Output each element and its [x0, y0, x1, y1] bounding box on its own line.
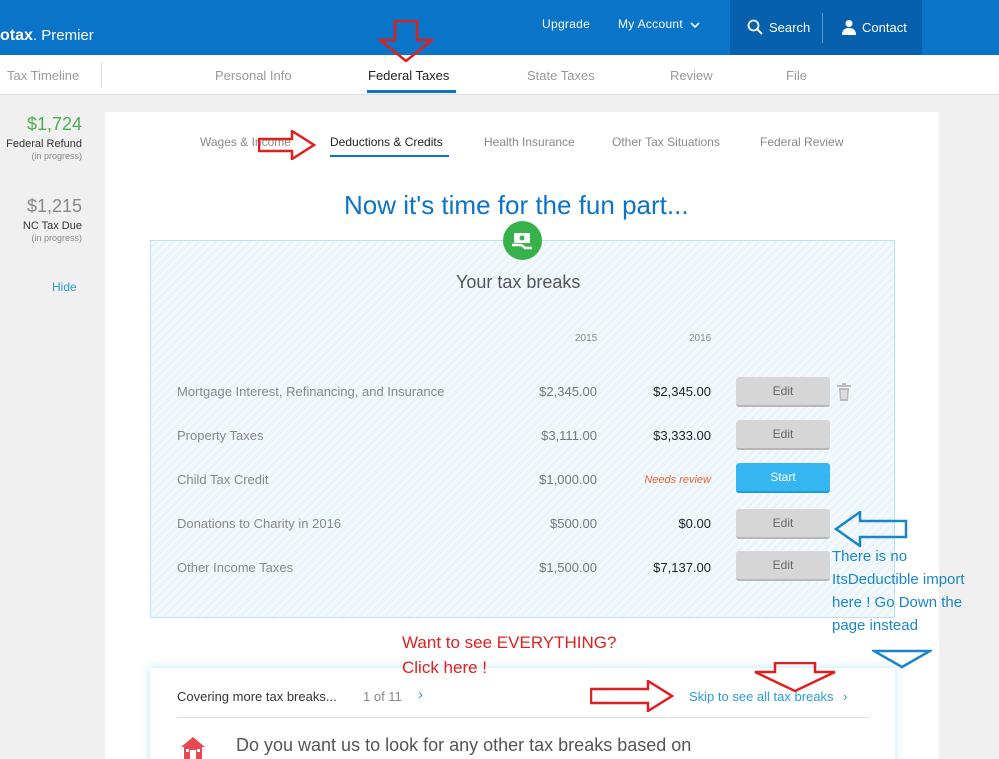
annotation-blue-line1: There is no	[832, 548, 908, 565]
edit-property-taxes-button[interactable]: Edit	[736, 420, 830, 450]
house-icon	[181, 737, 205, 759]
row-2016-other-income-taxes: $7,137.00	[653, 560, 711, 575]
year-2016-header: 2016	[689, 333, 712, 344]
money-hand-icon	[503, 221, 542, 260]
row-label-child-tax-credit: Child Tax Credit	[177, 472, 269, 487]
edit-donations-button[interactable]: Edit	[736, 509, 830, 539]
annotation-blue-line4: page instead	[832, 617, 918, 634]
row-2015-child-tax-credit: $1,000.00	[539, 472, 597, 487]
annotation-red-line2: Click here !	[402, 658, 488, 677]
contact-button[interactable]: Contact	[842, 19, 907, 35]
blue-arrow-left-annotation	[834, 511, 908, 547]
upgrade-link[interactable]: Upgrade	[542, 17, 590, 31]
search-button[interactable]: Search	[747, 19, 810, 35]
row-label-other-income-taxes: Other Income Taxes	[177, 560, 294, 575]
subtab-health-insurance[interactable]: Health Insurance	[484, 135, 575, 149]
tab-tax-timeline[interactable]: Tax Timeline	[7, 68, 79, 83]
federal-refund-summary[interactable]: $1,724 Federal Refund (in progress)	[0, 114, 82, 161]
state-tax-status: (in progress)	[31, 233, 82, 243]
row-2015-other-income-taxes: $1,500.00	[539, 560, 597, 575]
tab-personal-info[interactable]: Personal Info	[215, 68, 292, 83]
app-logo[interactable]: otax. Premier	[0, 27, 94, 45]
row-2016-child-tax-credit-status: Needs review	[644, 474, 711, 486]
main-nav: Tax Timeline Personal Info Federal Taxes…	[0, 55, 999, 95]
hide-link[interactable]: Hide	[52, 280, 77, 294]
page-title: Now it's time for the fun part...	[344, 190, 689, 220]
annotation-red-line1: Want to see EVERYTHING?	[402, 633, 617, 652]
my-account-label: My Account	[618, 17, 684, 31]
subtab-federal-review[interactable]: Federal Review	[760, 135, 843, 149]
row-2015-donations: $500.00	[550, 516, 597, 531]
federal-refund-amount: $1,724	[26, 114, 82, 134]
red-arrow-right-annotation	[258, 130, 316, 160]
subtab-deductions-credits[interactable]: Deductions & Credits	[330, 135, 443, 149]
edit-mortgage-button[interactable]: Edit	[736, 377, 830, 407]
row-label-mortgage: Mortgage Interest, Refinancing, and Insu…	[177, 384, 445, 399]
top-bar: otax. Premier Upgrade My Account Search …	[0, 0, 999, 55]
divider	[177, 717, 869, 718]
active-tab-indicator	[367, 90, 456, 93]
progress-count: 1 of 11	[363, 689, 402, 704]
my-account-menu[interactable]: My Account	[618, 17, 700, 31]
other-breaks-question: Do you want us to look for any other tax…	[236, 735, 692, 755]
tab-state-taxes[interactable]: State Taxes	[527, 68, 595, 83]
year-2015-header: 2015	[575, 333, 598, 344]
state-tax-amount: $1,215	[26, 196, 82, 216]
row-label-donations: Donations to Charity in 2016	[177, 516, 342, 531]
red-arrow-down-annotation	[754, 662, 836, 692]
tab-file[interactable]: File	[786, 68, 807, 83]
row-2016-donations: $0.00	[678, 516, 711, 531]
row-2015-property-taxes: $3,111.00	[541, 428, 597, 443]
trash-icon[interactable]	[836, 383, 852, 401]
subtab-other-tax-situations[interactable]: Other Tax Situations	[612, 135, 720, 149]
search-icon	[747, 19, 763, 35]
covering-more-label: Covering more tax breaks...	[177, 689, 337, 704]
chevron-right-icon[interactable]: ›	[418, 686, 423, 703]
federal-refund-label: Federal Refund	[6, 138, 82, 150]
federal-refund-status: (in progress)	[31, 151, 82, 161]
blue-arrow-down-annotation	[872, 649, 932, 669]
annotation-blue-line2: ItsDeductible import	[832, 571, 965, 588]
chevron-right-icon: ›	[843, 689, 848, 704]
row-2016-mortgage: $2,345.00	[653, 384, 711, 399]
active-subtab-indicator	[330, 155, 449, 157]
tab-review[interactable]: Review	[670, 68, 713, 83]
nav-divider	[101, 62, 102, 88]
state-tax-label: NC Tax Due	[22, 220, 82, 232]
search-contact-area: Search Contact	[730, 0, 922, 55]
person-icon	[842, 20, 856, 35]
start-child-tax-credit-button[interactable]: Start	[736, 463, 830, 493]
tax-breaks-title: Your tax breaks	[456, 272, 581, 292]
annotation-blue-note: There is no ItsDeductible import here ! …	[832, 545, 999, 637]
search-label: Search	[769, 19, 811, 35]
contact-label: Contact	[862, 19, 907, 35]
state-tax-summary[interactable]: $1,215 NC Tax Due (in progress)	[0, 196, 82, 243]
row-2016-property-taxes: $3,333.00	[653, 428, 711, 443]
tab-federal-taxes[interactable]: Federal Taxes	[368, 68, 449, 83]
red-arrow-down-annotation	[378, 20, 434, 62]
chevron-down-icon	[690, 22, 700, 28]
row-2015-mortgage: $2,345.00	[539, 384, 597, 399]
row-label-property-taxes: Property Taxes	[177, 428, 264, 443]
red-arrow-right-annotation	[590, 680, 674, 712]
divider	[822, 13, 823, 43]
annotation-blue-line3: here ! Go Down the	[832, 594, 963, 611]
edit-other-income-taxes-button[interactable]: Edit	[736, 551, 830, 581]
